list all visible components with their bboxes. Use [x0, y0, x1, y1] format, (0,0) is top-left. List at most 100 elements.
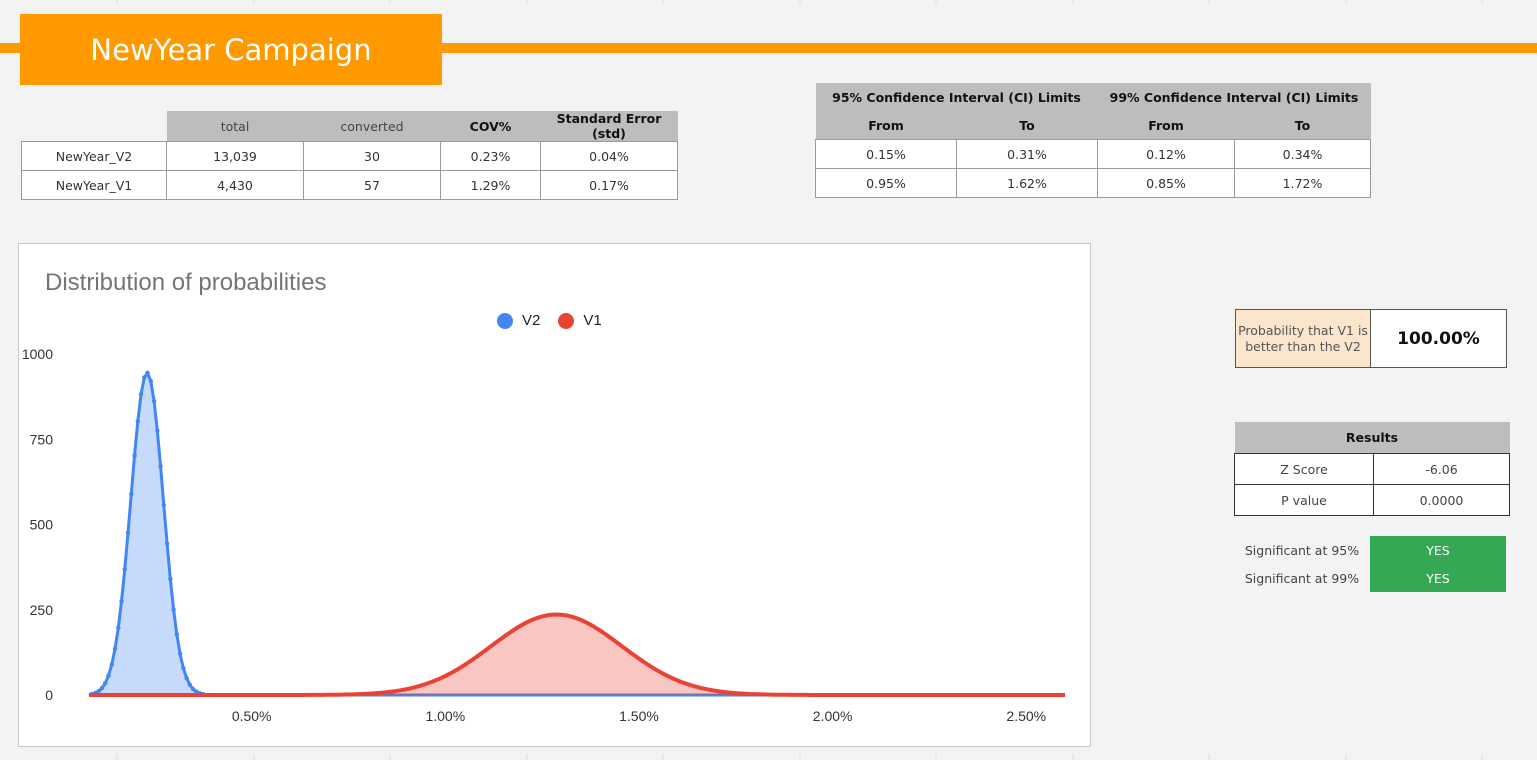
ci99-from-cell[interactable]: 0.12% — [1097, 139, 1235, 169]
ci95-from-cell[interactable]: 0.95% — [815, 168, 957, 198]
series-point-v2 — [129, 491, 134, 497]
column-header-ci95-from: From — [815, 111, 957, 140]
column-header-ci99-from: From — [1097, 111, 1235, 140]
series-point-v2 — [174, 632, 180, 637]
results-header: Results — [1234, 422, 1510, 454]
x-tick-label: 2.00% — [813, 708, 853, 724]
series-point-v2 — [158, 464, 163, 469]
column-header-cov: COV% — [440, 111, 541, 142]
results-table: Results Z Score -6.06 P value 0.0000 — [1234, 422, 1510, 516]
series-point-v2 — [164, 541, 170, 546]
y-tick-label: 250 — [30, 602, 54, 618]
significant-95-label[interactable]: Significant at 95% — [1234, 536, 1370, 564]
table-header-row: total converted COV% Standard Error (std… — [22, 111, 678, 142]
y-tick-label: 750 — [30, 431, 54, 447]
series-point-v2 — [99, 685, 105, 691]
significant-99-label[interactable]: Significant at 99% — [1234, 564, 1370, 592]
distribution-chart[interactable]: 0 250 500 750 1000 0.50% 1.00% 1.50% 2.00% 2.50% … — [18, 243, 1091, 747]
chart-title: Distribution of probabilities — [45, 269, 327, 296]
series-point-v2 — [181, 665, 186, 671]
legend-dot-v2-icon — [497, 312, 513, 329]
ci99-to-cell[interactable]: 1.72% — [1234, 168, 1371, 198]
std-error-cell[interactable]: 0.17% — [540, 170, 678, 200]
p-value-value[interactable]: 0.0000 — [1373, 484, 1510, 516]
column-header-total: total — [166, 111, 304, 142]
table-row: P value 0.0000 — [1234, 484, 1510, 516]
legend-item-v1[interactable]: V1 — [558, 312, 602, 329]
series-point-v2 — [122, 566, 127, 572]
legend-item-v2[interactable]: V2 — [497, 312, 540, 329]
table-header-row: From To From To — [815, 111, 1371, 140]
ci-99-group-header: 99% Confidence Interval (CI) Limits — [1097, 83, 1371, 111]
series-point-v2 — [177, 651, 183, 657]
series-point-v2 — [109, 662, 114, 667]
probability-label: Probability that V1 is better than the V… — [1235, 309, 1371, 368]
confidence-interval-table: 95% Confidence Interval (CI) Limits 99% … — [815, 83, 1371, 198]
series-point-v2 — [155, 428, 160, 433]
cov-cell[interactable]: 1.29% — [440, 170, 541, 200]
table-row: 0.95% 1.62% 0.85% 1.72% — [815, 168, 1371, 198]
legend-dot-v1-icon — [558, 312, 575, 329]
column-header-blank — [22, 111, 167, 142]
variant-name-cell[interactable]: NewYear_V2 — [21, 141, 167, 171]
series-point-v2 — [151, 398, 157, 404]
column-header-ci99-to: To — [1234, 111, 1371, 140]
converted-cell[interactable]: 30 — [303, 141, 441, 171]
column-header-std-error: Standard Error (std) — [540, 111, 678, 142]
series-point-v2 — [116, 625, 121, 631]
series-point-v2 — [161, 502, 167, 508]
converted-cell[interactable]: 57 — [303, 170, 441, 200]
ci99-from-cell[interactable]: 0.85% — [1097, 168, 1235, 198]
table-row: Significant at 95% YES — [1234, 536, 1506, 564]
series-point-v2 — [145, 370, 150, 376]
column-header-converted: converted — [303, 111, 441, 142]
series-point-v2 — [148, 378, 154, 384]
series-point-v2 — [171, 607, 176, 612]
total-cell[interactable]: 13,039 — [166, 141, 304, 171]
series-point-v2 — [187, 682, 193, 688]
x-tick-label: 1.50% — [619, 708, 659, 724]
ci-95-group-header: 95% Confidence Interval (CI) Limits — [815, 83, 1098, 111]
x-tick-label: 2.50% — [1006, 708, 1046, 724]
y-tick-label: 0 — [45, 687, 53, 703]
series-point-v2 — [184, 675, 189, 681]
series-point-v2 — [142, 375, 147, 380]
x-tick-label: 1.00% — [425, 708, 465, 724]
legend-label-v2: V2 — [522, 312, 541, 329]
p-value-label[interactable]: P value — [1234, 484, 1374, 516]
y-tick-label: 500 — [30, 517, 54, 533]
page-title: NewYear Campaign — [20, 14, 442, 85]
ci95-to-cell[interactable]: 0.31% — [956, 139, 1098, 169]
cov-cell[interactable]: 0.23% — [440, 141, 541, 171]
legend-label-v1: V1 — [583, 312, 602, 329]
significant-99-value[interactable]: YES — [1370, 564, 1506, 592]
table-group-header-row: 95% Confidence Interval (CI) Limits 99% … — [815, 83, 1371, 111]
probability-value[interactable]: 100.00% — [1370, 309, 1507, 368]
z-score-label[interactable]: Z Score — [1234, 453, 1374, 485]
series-point-v2 — [132, 453, 137, 458]
series-point-v2 — [138, 392, 144, 397]
series-point-v2 — [106, 673, 111, 678]
table-row: Significant at 99% YES — [1234, 564, 1506, 592]
x-tick-label: 0.50% — [232, 708, 272, 724]
ci95-to-cell[interactable]: 1.62% — [956, 168, 1098, 198]
series-point-v2 — [112, 646, 118, 652]
table-row: NewYear_V1 4,430 57 1.29% 0.17% — [21, 170, 678, 200]
z-score-value[interactable]: -6.06 — [1373, 453, 1510, 485]
variant-name-cell[interactable]: NewYear_V1 — [21, 170, 167, 200]
std-error-cell[interactable]: 0.04% — [540, 141, 678, 171]
table-row: Z Score -6.06 — [1234, 453, 1510, 485]
total-cell[interactable]: 4,430 — [166, 170, 304, 200]
series-point-v2 — [119, 599, 124, 604]
ci95-from-cell[interactable]: 0.15% — [815, 139, 957, 169]
table-row: NewYear_V2 13,039 30 0.23% 0.04% — [21, 141, 678, 171]
ci99-to-cell[interactable]: 0.34% — [1234, 139, 1371, 169]
series-point-v2 — [125, 530, 131, 535]
table-row: 0.15% 0.31% 0.12% 0.34% — [815, 139, 1371, 169]
probability-box: Probability that V1 is better than the V… — [1235, 309, 1507, 368]
column-header-ci95-to: To — [956, 111, 1098, 140]
y-tick-label: 1000 — [22, 346, 53, 362]
series-point-v2 — [168, 576, 173, 582]
significance-table: Significant at 95% YES Significant at 99… — [1234, 536, 1506, 592]
significant-95-value[interactable]: YES — [1370, 536, 1506, 564]
